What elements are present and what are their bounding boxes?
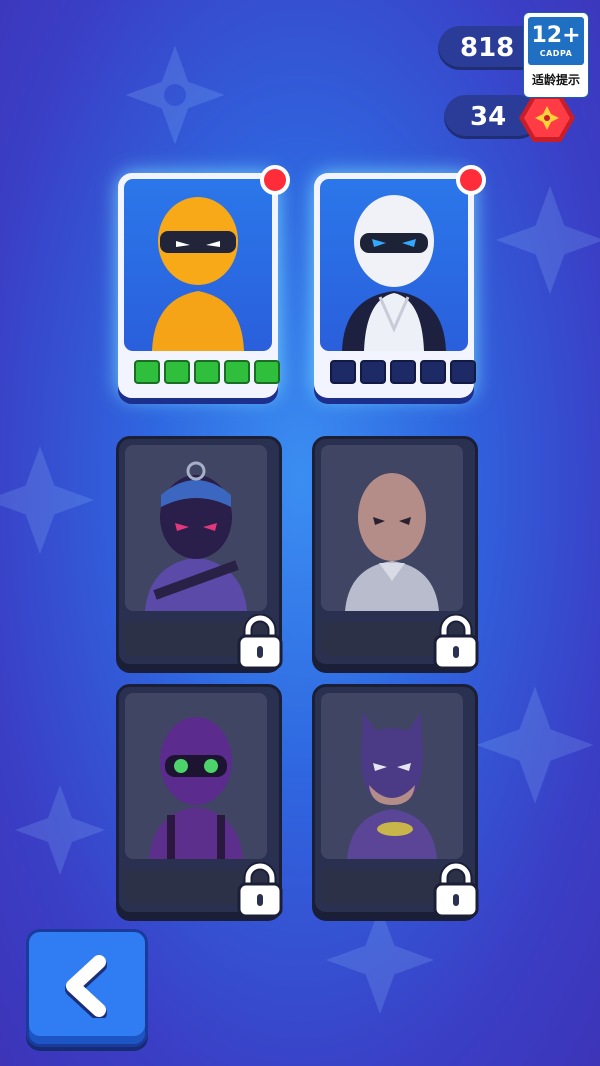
upgrade-progress [330, 360, 476, 384]
lock-icon [433, 862, 479, 918]
character-card-bald-man[interactable] [312, 436, 479, 670]
background-shuriken-icon [326, 906, 434, 1014]
lock-icon [237, 862, 283, 918]
age-rating-value: 12+ [531, 22, 581, 48]
coins-value: 818 [460, 33, 515, 63]
character-portrait [320, 179, 468, 351]
back-button[interactable] [26, 929, 148, 1047]
lock-icon [433, 614, 479, 670]
character-portrait [124, 179, 272, 351]
background-shuriken-icon [15, 785, 105, 875]
upgrade-progress [134, 360, 280, 384]
chevron-left-icon [65, 955, 107, 1018]
background-shuriken-icon [476, 686, 594, 804]
age-rating-label: 适龄提示 [531, 73, 580, 87]
new-badge [456, 165, 486, 195]
character-portrait [321, 445, 463, 611]
character-card-white-ninja[interactable] [314, 165, 486, 398]
age-rating-badge: 12+ CADPA 适龄提示 [523, 12, 589, 98]
background-shuriken-icon [0, 446, 94, 554]
shuriken-currency-icon [519, 94, 575, 142]
background-shuriken-icon [125, 45, 225, 145]
character-card-blue-hooded-ninja[interactable] [116, 436, 283, 670]
lock-icon [237, 614, 283, 670]
character-card-orange-ninja[interactable] [118, 165, 290, 398]
character-portrait [125, 445, 267, 611]
character-portrait [321, 693, 463, 859]
character-card-purple-goggles-ninja[interactable] [116, 684, 283, 918]
age-rating-org: CADPA [539, 48, 573, 58]
background-shuriken-icon [496, 186, 600, 294]
character-card-bat-hero[interactable] [312, 684, 479, 918]
shuriken-value: 34 [470, 102, 507, 132]
new-badge [260, 165, 290, 195]
character-portrait [125, 693, 267, 859]
